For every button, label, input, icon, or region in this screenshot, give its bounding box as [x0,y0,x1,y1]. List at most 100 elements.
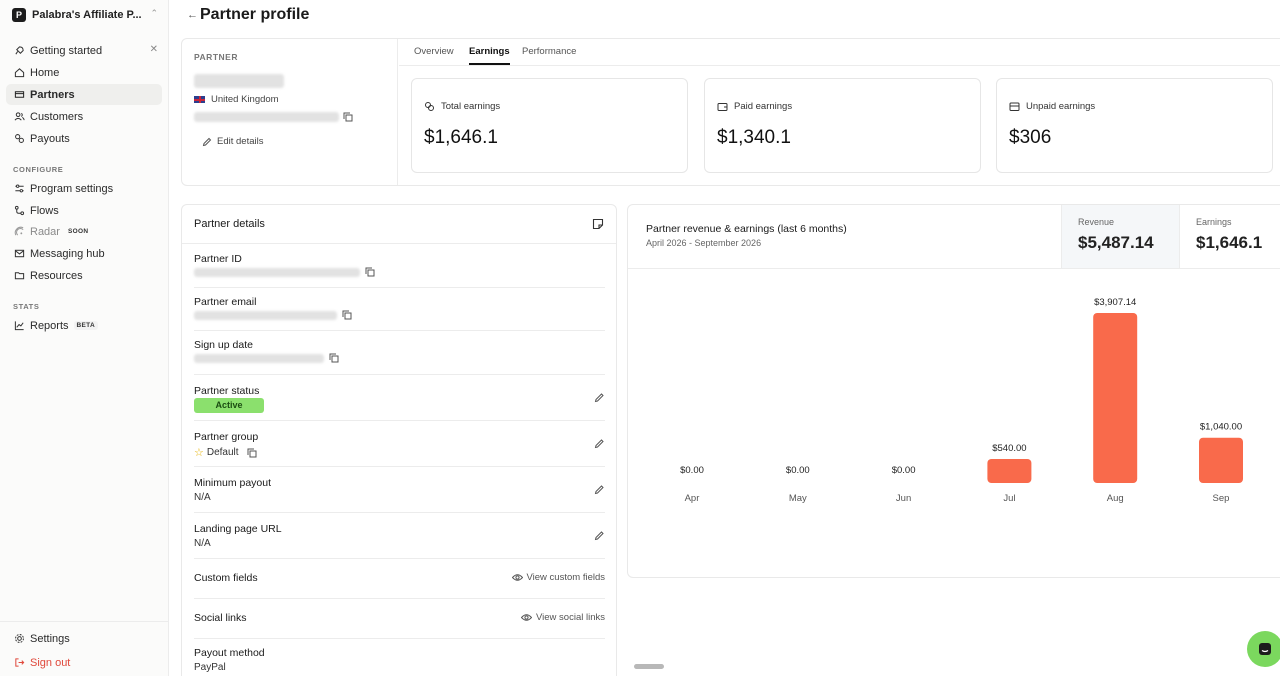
paid-earnings-card: Paid earnings $1,340.1 [704,78,981,173]
sidebar-item-reports[interactable]: Reports BETA [6,315,162,336]
sign-out-button[interactable]: Sign out [6,652,162,673]
chevron-updown-icon: ⌃ [150,8,158,18]
country-name: United Kingdom [211,94,279,105]
stat-label: Total earnings [424,101,500,112]
stat-value: $1,340.1 [717,127,791,148]
view-custom-fields-link[interactable]: View custom fields [511,572,605,583]
workspace-switcher[interactable]: P Palabra's Affiliate P... ⌃ [12,6,160,24]
copy-icon[interactable] [247,448,257,458]
close-icon[interactable]: ✕ [150,44,158,55]
minimum-payout-value: N/A [194,492,211,503]
pencil-icon[interactable] [594,438,605,449]
chat-launcher-button[interactable] [1247,631,1280,667]
partner-id-redacted [194,267,360,277]
chat-icon [1259,643,1271,655]
sidebar-item-program-settings[interactable]: Program settings [6,178,162,199]
partner-email-value [194,310,352,320]
x-tick-may: May [789,493,807,504]
partner-status-label: Partner status [194,385,260,397]
sliders-icon [13,183,25,195]
sidebar-item-home[interactable]: Home [6,62,162,83]
section-label-configure: CONFIGURE [13,165,64,174]
sidebar-item-messaging-hub[interactable]: Messaging hub [6,243,162,264]
tab-overview[interactable]: Overview [414,46,454,63]
sidebar-item-label: Sign out [30,656,71,669]
tab-earnings[interactable]: Earnings [469,46,510,65]
stat-label-text: Total earnings [441,101,501,112]
data-label-jun: $0.00 [892,465,916,476]
bar-jul[interactable] [987,459,1032,483]
gear-icon [13,633,25,645]
sidebar-item-label: Settings [30,632,70,645]
revenue-metric[interactable]: Revenue $5,487.14 [1061,205,1179,268]
payout-method-label: Payout method [194,647,265,659]
sidebar-item-flows[interactable]: Flows [6,200,162,221]
copy-icon[interactable] [365,267,375,277]
edit-details-label: Edit details [217,136,264,147]
pencil-icon[interactable] [594,392,605,403]
copy-icon[interactable] [329,353,339,363]
copy-icon[interactable] [342,310,352,320]
payouts-icon [13,133,25,145]
revenue-chart-card: Partner revenue & earnings (last 6 month… [627,204,1280,578]
copy-icon[interactable] [343,112,353,122]
partner-details-title: Partner details [194,218,265,230]
partner-column: PARTNER United Kingdom Edit details [182,39,398,185]
pencil-icon [202,137,212,146]
chart-title: Partner revenue & earnings (last 6 month… [646,223,847,235]
edit-details-button[interactable]: Edit details [202,136,263,147]
signup-date-row: Sign up date [194,331,605,375]
note-icon[interactable] [592,218,604,230]
beta-badge: BETA [73,321,98,330]
divider [182,243,616,244]
sidebar-item-partners[interactable]: Partners [6,84,162,105]
pencil-icon[interactable] [594,530,605,541]
sidebar-item-getting-started[interactable]: Getting started ✕ [6,40,162,61]
section-label-stats: STATS [13,302,40,311]
unpaid-earnings-card: Unpaid earnings $306 [996,78,1273,173]
back-arrow-icon[interactable]: ← [187,9,198,21]
sidebar-item-resources[interactable]: Resources [6,265,162,286]
partner-email-redacted [194,310,337,320]
sidebar: P Palabra's Affiliate P... ⌃ Getting sta… [0,0,169,676]
earnings-metric[interactable]: Earnings $1,646.1 [1179,205,1280,268]
scrollbar-handle[interactable] [634,664,664,669]
partner-id-row: Partner ID [194,245,605,288]
signup-date-value [194,353,339,363]
sidebar-item-customers[interactable]: Customers [6,106,162,127]
earnings-value: $1,646.1 [1196,233,1263,252]
sidebar-item-payouts[interactable]: Payouts [6,128,162,149]
sidebar-item-label: Flows [30,204,59,217]
radar-icon [13,226,25,238]
earnings-label: Earnings [1196,217,1232,227]
sidebar-item-label: Payouts [30,132,70,145]
page-title: Partner profile [200,6,310,23]
revenue-value: $5,487.14 [1078,233,1154,252]
data-label-jul: $540.00 [992,443,1026,454]
bar-aug[interactable] [1093,313,1138,483]
signup-date-label: Sign up date [194,339,253,351]
partner-summary-card: PARTNER United Kingdom Edit details Over… [181,38,1280,186]
data-label-sep: $1,040.00 [1200,422,1242,433]
signup-date-redacted [194,353,324,363]
stat-label: Paid earnings [717,101,792,112]
divider [0,621,169,622]
bar-sep[interactable] [1199,437,1243,483]
x-tick-jun: Jun [896,493,911,504]
partner-section-label: PARTNER [194,52,238,62]
x-tick-sep: Sep [1213,493,1230,504]
tab-performance[interactable]: Performance [522,46,576,63]
sidebar-item-radar[interactable]: Radar SOON [6,221,162,242]
data-label-aug: $3,907.14 [1094,297,1136,308]
sidebar-item-label: Home [30,66,60,79]
view-social-links-link[interactable]: View social links [521,612,605,623]
x-tick-aug: Aug [1107,493,1124,504]
revenue-label: Revenue [1078,217,1115,227]
x-tick-apr: Apr [685,493,700,504]
minimum-payout-label: Minimum payout [194,477,272,489]
sidebar-item-settings[interactable]: Settings [6,628,162,649]
pencil-icon[interactable] [594,484,605,495]
landing-page-value: N/A [194,538,211,549]
logout-icon [13,657,25,669]
chart-date-range: April 2026 - September 2026 [646,238,762,248]
